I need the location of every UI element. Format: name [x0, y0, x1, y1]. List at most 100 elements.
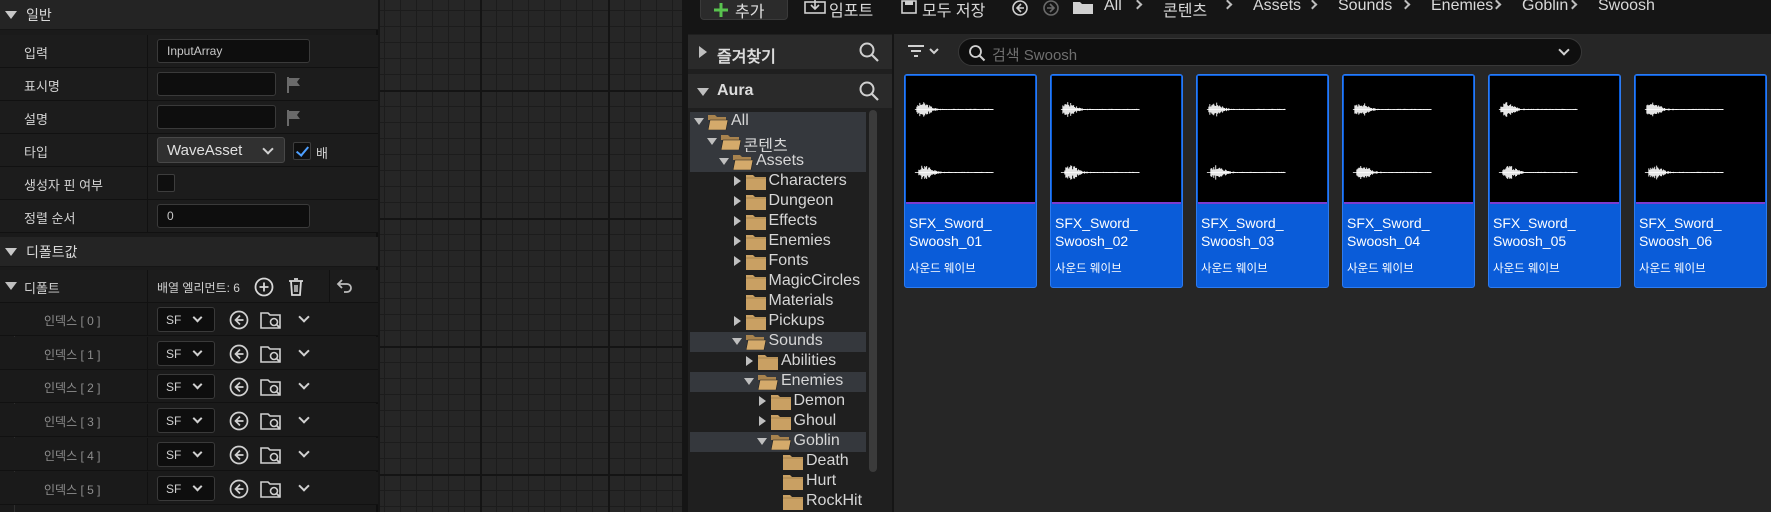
folder-tree-item[interactable]: Assets: [756, 152, 804, 172]
browse-asset-icon[interactable]: [260, 343, 282, 365]
asset-picker-combo[interactable]: SF: [157, 307, 215, 332]
expand-triangle-icon[interactable]: [746, 356, 753, 366]
breadcrumb-item[interactable]: Enemies: [1431, 0, 1493, 15]
breadcrumb-item[interactable]: Swoosh: [1598, 0, 1655, 15]
asset-tile[interactable]: SFX_Sword_ Swoosh_04 사운드 웨이브: [1342, 74, 1475, 288]
search-icon[interactable]: [858, 41, 880, 63]
use-selected-asset-icon[interactable]: [228, 376, 250, 398]
expand-triangle-icon[interactable]: [733, 316, 741, 326]
use-selected-asset-icon[interactable]: [228, 410, 250, 432]
import-button[interactable]: 임포트: [829, 0, 873, 21]
folder-tree-item[interactable]: Materials: [769, 292, 834, 312]
expand-triangle-icon[interactable]: [733, 216, 741, 226]
expand-triangle-icon[interactable]: [733, 176, 741, 186]
collapse-triangle-icon[interactable]: [694, 118, 704, 125]
chevron-down-icon[interactable]: [298, 378, 310, 391]
add-element-icon[interactable]: [253, 276, 275, 298]
folder-tree-item[interactable]: Ghoul: [794, 412, 837, 432]
localize-flag-icon[interactable]: [286, 76, 302, 94]
trash-icon[interactable]: [285, 276, 307, 298]
use-selected-asset-icon[interactable]: [228, 343, 250, 365]
expand-triangle-icon[interactable]: [733, 196, 741, 206]
chevron-down-icon[interactable]: [298, 446, 310, 458]
forward-arrow-icon[interactable]: [1042, 0, 1060, 16]
graph-grid-background[interactable]: [380, 0, 682, 512]
category-general[interactable]: 일반: [0, 0, 378, 30]
asset-picker-combo[interactable]: SF: [157, 408, 215, 434]
folder-tree-item[interactable]: Effects: [769, 212, 818, 232]
folder-tree-item[interactable]: Fonts: [769, 252, 809, 272]
folder-tree-item[interactable]: 콘텐츠: [744, 132, 788, 152]
asset-search-input[interactable]: 검색 Swoosh: [958, 38, 1582, 66]
breadcrumb-item[interactable]: All: [1104, 0, 1122, 15]
folder-tree-item[interactable]: Goblin: [794, 432, 840, 452]
category-defaults[interactable]: 디폴트값: [0, 237, 378, 267]
collapse-triangle-icon[interactable]: [756, 438, 767, 445]
folder-tree-item[interactable]: Death: [806, 452, 849, 472]
asset-tile[interactable]: SFX_Sword_ Swoosh_05 사운드 웨이브: [1488, 74, 1621, 288]
folder-tree-item[interactable]: Enemies: [769, 232, 831, 252]
asset-tile[interactable]: SFX_Sword_ Swoosh_02 사운드 웨이브: [1050, 74, 1183, 288]
collapse-triangle-icon[interactable]: [706, 138, 717, 145]
asset-picker-combo[interactable]: SF: [157, 340, 215, 366]
breadcrumb-item[interactable]: Assets: [1253, 0, 1301, 15]
description-field[interactable]: [157, 105, 276, 129]
use-selected-asset-icon[interactable]: [228, 444, 250, 466]
folder-tree-item[interactable]: Enemies: [781, 372, 843, 392]
asset-picker-combo[interactable]: SF: [157, 374, 215, 400]
folder-tree-item[interactable]: Dungeon: [769, 192, 834, 212]
chevron-down-icon[interactable]: [298, 311, 310, 323]
type-dropdown[interactable]: WaveAsset: [157, 137, 285, 163]
folder-tree-item[interactable]: Sounds: [769, 332, 823, 352]
collapse-triangle-icon[interactable]: [5, 282, 17, 290]
folder-tree-item[interactable]: Pickups: [769, 312, 825, 332]
asset-tile[interactable]: SFX_Sword_ Swoosh_03 사운드 웨이브: [1196, 74, 1329, 288]
folder-tree-item[interactable]: MagicCircles: [769, 272, 861, 292]
tree-scrollbar[interactable]: [869, 110, 877, 472]
asset-tile[interactable]: SFX_Sword_ Swoosh_01 사운드 웨이브: [904, 74, 1037, 288]
collapse-triangle-icon[interactable]: [731, 338, 742, 345]
project-header[interactable]: Aura: [688, 74, 892, 108]
array-checkbox[interactable]: [293, 142, 311, 160]
breadcrumb-item[interactable]: Sounds: [1338, 0, 1392, 15]
save-all-button[interactable]: 모두 저장: [922, 0, 985, 21]
folder-tree-item[interactable]: Abilities: [781, 352, 836, 372]
browse-asset-icon[interactable]: [260, 478, 282, 500]
expand-triangle-icon[interactable]: [733, 256, 741, 266]
reset-to-default-icon[interactable]: [333, 276, 355, 298]
folder-tree-item[interactable]: All: [731, 112, 749, 132]
folder-tree-item[interactable]: Hurt: [806, 472, 836, 492]
breadcrumb-item[interactable]: Goblin: [1522, 0, 1568, 15]
search-icon[interactable]: [858, 80, 880, 102]
browse-asset-icon[interactable]: [260, 376, 282, 398]
add-button[interactable]: 추가: [700, 0, 788, 21]
expand-triangle-icon[interactable]: [733, 236, 741, 246]
input-name-field[interactable]: InputArray: [157, 39, 310, 63]
asset-tile[interactable]: SFX_Sword_ Swoosh_06 사운드 웨이브: [1634, 74, 1767, 288]
localize-flag-icon[interactable]: [286, 109, 302, 127]
sort-order-field[interactable]: 0: [157, 204, 310, 228]
collapse-triangle-icon[interactable]: [719, 158, 729, 165]
folder-tree-item[interactable]: Demon: [794, 392, 846, 412]
constructor-pin-checkbox[interactable]: [157, 174, 175, 192]
favorites-header[interactable]: 즐겨찾기: [688, 35, 892, 69]
browse-asset-icon[interactable]: [260, 309, 282, 331]
browse-asset-icon[interactable]: [260, 410, 282, 432]
display-name-field[interactable]: [157, 72, 276, 96]
expand-triangle-icon[interactable]: [758, 396, 766, 406]
use-selected-asset-icon[interactable]: [228, 309, 250, 331]
filter-button[interactable]: [906, 40, 946, 64]
folder-tree-item[interactable]: Characters: [769, 172, 847, 192]
use-selected-asset-icon[interactable]: [228, 478, 250, 500]
back-arrow-icon[interactable]: [1011, 0, 1029, 16]
folder-tree-item[interactable]: RockHit: [806, 492, 862, 512]
collapse-triangle-icon[interactable]: [744, 378, 754, 385]
breadcrumb-item[interactable]: 콘텐츠: [1163, 0, 1207, 21]
chevron-down-icon[interactable]: [298, 412, 310, 424]
chevron-down-icon[interactable]: [298, 479, 310, 492]
expand-triangle-icon[interactable]: [758, 416, 766, 426]
asset-picker-combo[interactable]: SF: [157, 475, 215, 501]
chevron-down-icon[interactable]: [298, 345, 310, 357]
asset-picker-combo[interactable]: SF: [157, 441, 215, 467]
chevron-down-icon[interactable]: [1558, 44, 1570, 56]
